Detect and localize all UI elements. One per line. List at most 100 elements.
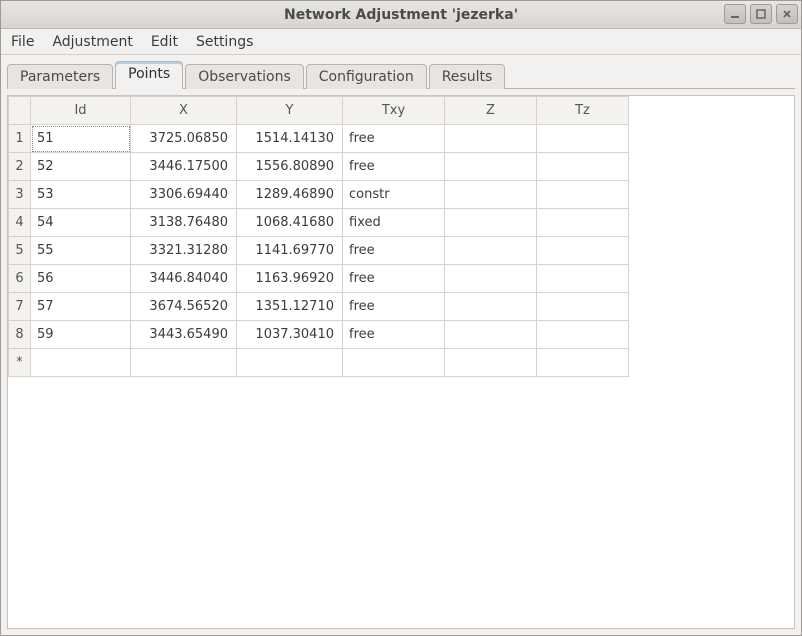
cell-txy[interactable]: constr [343,181,445,209]
menu-bar: File Adjustment Edit Settings [1,29,801,55]
cell-tz[interactable] [537,293,629,321]
cell-x[interactable]: 3446.17500 [131,153,237,181]
cell-txy[interactable]: free [343,125,445,153]
row-header[interactable]: * [9,349,31,377]
row-header[interactable]: 2 [9,153,31,181]
cell-tz[interactable] [537,321,629,349]
cell-txy[interactable]: free [343,265,445,293]
cell-x[interactable]: 3321.31280 [131,237,237,265]
row-header[interactable]: 1 [9,125,31,153]
cell-id[interactable]: 52 [31,153,131,181]
table-row[interactable]: 5553321.312801141.69770free [9,237,629,265]
cell-id[interactable]: 53 [31,181,131,209]
col-header-y[interactable]: Y [237,97,343,125]
window-title: Network Adjustment 'jezerka' [5,7,797,23]
cell-id[interactable] [31,349,131,377]
cell-tz[interactable] [537,265,629,293]
cell-x[interactable]: 3306.69440 [131,181,237,209]
cell-x[interactable]: 3674.56520 [131,293,237,321]
title-bar: Network Adjustment 'jezerka' [1,1,801,29]
col-header-tz[interactable]: Tz [537,97,629,125]
tab-parameters[interactable]: Parameters [7,64,113,89]
corner-header[interactable] [9,97,31,125]
table-row[interactable]: 1513725.068501514.14130free [9,125,629,153]
cell-tz[interactable] [537,349,629,377]
table-row[interactable]: 7573674.565201351.12710free [9,293,629,321]
table-row[interactable]: 3533306.694401289.46890constr [9,181,629,209]
cell-txy[interactable]: free [343,153,445,181]
tab-configuration[interactable]: Configuration [306,64,427,89]
cell-txy[interactable]: free [343,237,445,265]
cell-y[interactable]: 1351.12710 [237,293,343,321]
table-row[interactable]: 4543138.764801068.41680fixed [9,209,629,237]
tab-observations[interactable]: Observations [185,64,304,89]
cell-z[interactable] [445,153,537,181]
col-header-z[interactable]: Z [445,97,537,125]
cell-y[interactable]: 1163.96920 [237,265,343,293]
cell-y[interactable]: 1556.80890 [237,153,343,181]
window-buttons [724,4,798,24]
table-row[interactable]: 2523446.175001556.80890free [9,153,629,181]
cell-txy[interactable] [343,349,445,377]
cell-id[interactable]: 54 [31,209,131,237]
row-header[interactable]: 8 [9,321,31,349]
cell-id[interactable]: 55 [31,237,131,265]
table-panel: Id X Y Txy Z Tz 1513725.068501514.14130f… [7,95,795,629]
cell-x[interactable]: 3138.76480 [131,209,237,237]
row-header[interactable]: 5 [9,237,31,265]
row-header[interactable]: 6 [9,265,31,293]
app-window: Network Adjustment 'jezerka' File Adjust… [0,0,802,636]
cell-z[interactable] [445,349,537,377]
cell-y[interactable]: 1141.69770 [237,237,343,265]
close-button[interactable] [776,4,798,24]
tab-points[interactable]: Points [115,61,183,89]
row-header[interactable]: 3 [9,181,31,209]
col-header-x[interactable]: X [131,97,237,125]
points-table[interactable]: Id X Y Txy Z Tz 1513725.068501514.14130f… [8,96,629,377]
minimize-button[interactable] [724,4,746,24]
table-row[interactable]: 6563446.840401163.96920free [9,265,629,293]
menu-settings[interactable]: Settings [196,34,253,50]
cell-y[interactable]: 1037.30410 [237,321,343,349]
cell-txy[interactable]: fixed [343,209,445,237]
cell-id[interactable]: 59 [31,321,131,349]
cell-z[interactable] [445,181,537,209]
cell-y[interactable]: 1289.46890 [237,181,343,209]
cell-tz[interactable] [537,209,629,237]
cell-id[interactable]: 51 [31,125,131,153]
cell-x[interactable]: 3443.65490 [131,321,237,349]
cell-z[interactable] [445,321,537,349]
cell-id[interactable]: 56 [31,265,131,293]
menu-edit[interactable]: Edit [151,34,178,50]
cell-tz[interactable] [537,125,629,153]
cell-txy[interactable]: free [343,293,445,321]
tab-bar-container: Parameters Points Observations Configura… [1,55,801,89]
cell-x[interactable]: 3725.06850 [131,125,237,153]
table-row[interactable]: 8593443.654901037.30410free [9,321,629,349]
tab-results[interactable]: Results [429,64,506,89]
cell-y[interactable]: 1514.14130 [237,125,343,153]
cell-z[interactable] [445,265,537,293]
maximize-button[interactable] [750,4,772,24]
cell-z[interactable] [445,293,537,321]
menu-file[interactable]: File [11,34,34,50]
cell-tz[interactable] [537,153,629,181]
cell-x[interactable] [131,349,237,377]
cell-z[interactable] [445,125,537,153]
cell-x[interactable]: 3446.84040 [131,265,237,293]
menu-adjustment[interactable]: Adjustment [52,34,132,50]
row-header[interactable]: 7 [9,293,31,321]
cell-z[interactable] [445,237,537,265]
cell-txy[interactable]: free [343,321,445,349]
cell-id[interactable]: 57 [31,293,131,321]
cell-y[interactable]: 1068.41680 [237,209,343,237]
cell-y[interactable] [237,349,343,377]
col-header-txy[interactable]: Txy [343,97,445,125]
tab-bar: Parameters Points Observations Configura… [7,59,795,89]
row-header[interactable]: 4 [9,209,31,237]
table-row[interactable]: * [9,349,629,377]
cell-z[interactable] [445,209,537,237]
cell-tz[interactable] [537,237,629,265]
col-header-id[interactable]: Id [31,97,131,125]
cell-tz[interactable] [537,181,629,209]
